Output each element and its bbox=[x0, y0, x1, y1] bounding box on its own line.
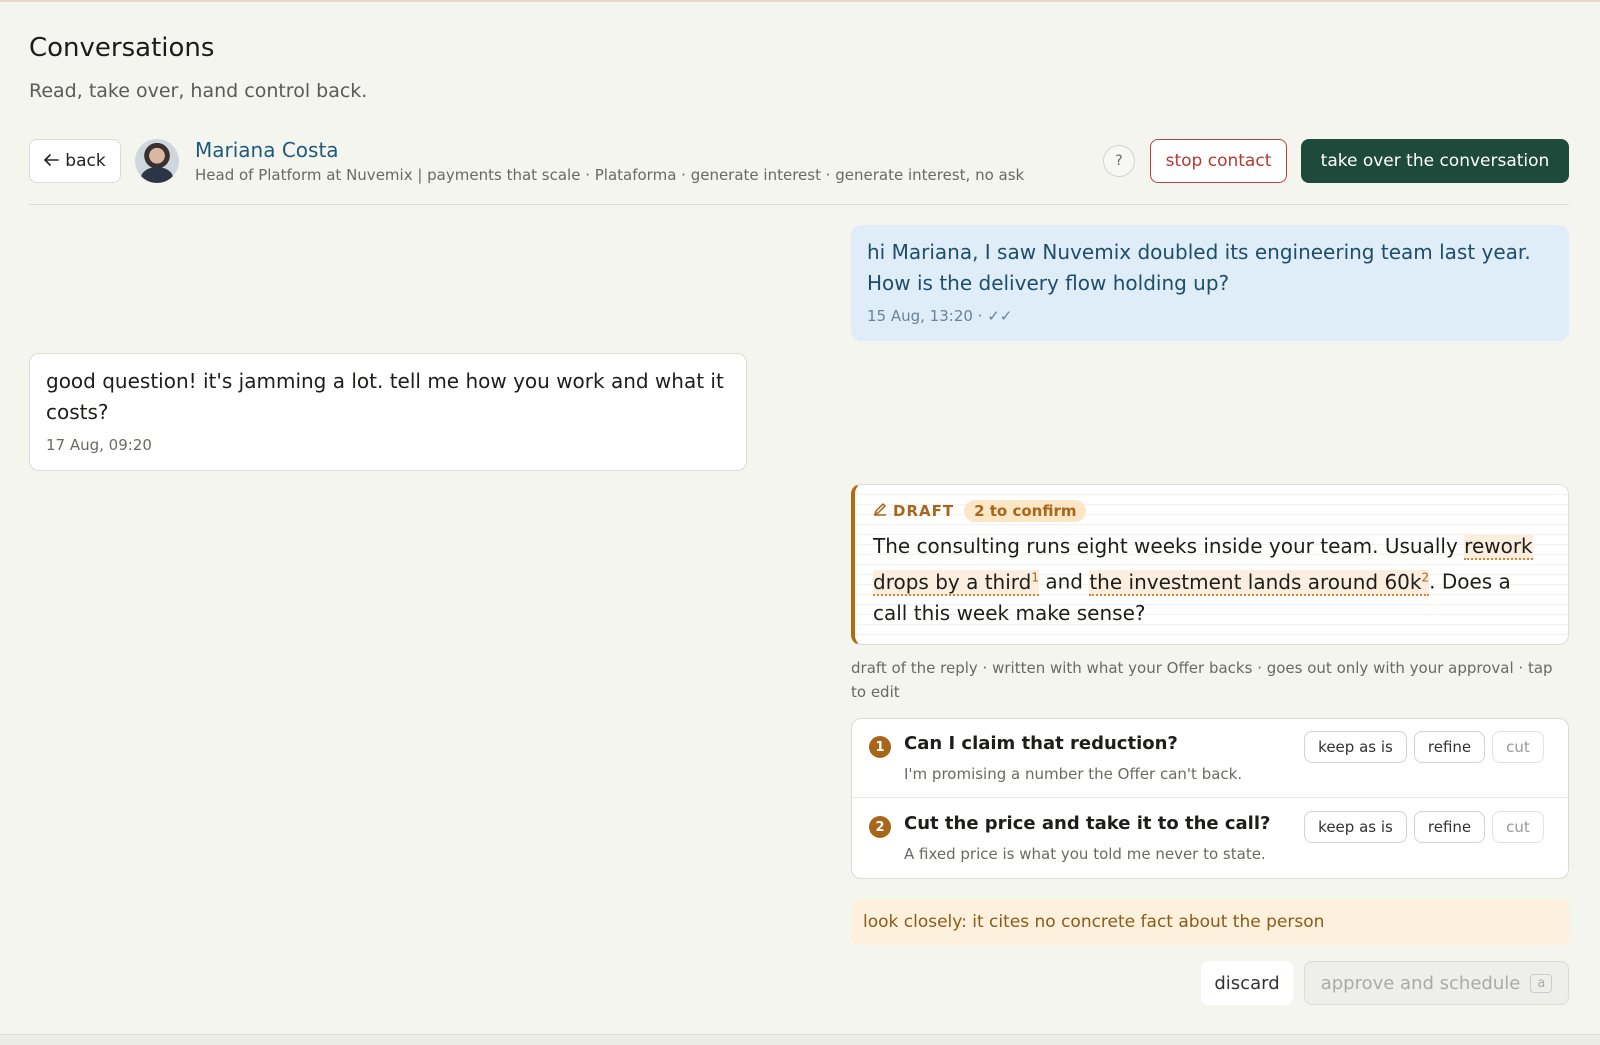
refine-button[interactable]: refine bbox=[1414, 731, 1485, 763]
keep-as-is-button[interactable]: keep as is bbox=[1304, 731, 1407, 763]
draft-label: DRAFT bbox=[873, 502, 954, 520]
arrow-left-icon bbox=[44, 151, 60, 171]
draft-reply[interactable]: DRAFT 2 to confirm The consulting runs e… bbox=[851, 484, 1569, 645]
warning-banner: look closely: it cites no concrete fact … bbox=[851, 899, 1569, 945]
header-divider bbox=[29, 204, 1569, 205]
take-over-button[interactable]: take over the conversation bbox=[1301, 139, 1569, 183]
draft-note: draft of the reply · written with what y… bbox=[851, 659, 1553, 701]
claim-detail: I'm promising a number the Offer can't b… bbox=[904, 765, 1243, 783]
claim-question: Can I claim that reduction? bbox=[904, 733, 1178, 754]
claim-detail: A fixed price is what you told me never … bbox=[904, 845, 1266, 863]
incoming-message: good question! it's jamming a lot. tell … bbox=[29, 353, 747, 471]
pencil-icon bbox=[873, 502, 887, 520]
draft-text[interactable]: The consulting runs eight weeks inside y… bbox=[873, 531, 1550, 629]
stop-contact-button[interactable]: stop contact bbox=[1150, 139, 1287, 183]
approve-label: approve and schedule bbox=[1320, 972, 1521, 994]
page-title: Conversations bbox=[29, 33, 215, 63]
bottom-bar bbox=[0, 1034, 1600, 1045]
message-text: hi Mariana, I saw Nuvemix doubled its en… bbox=[867, 240, 1531, 295]
shortcut-hint: a bbox=[1530, 973, 1553, 993]
claim-question: Cut the price and take it to the call? bbox=[904, 813, 1271, 834]
back-label: back bbox=[65, 151, 106, 171]
contact-name[interactable]: Mariana Costa bbox=[195, 138, 339, 162]
outgoing-message: hi Mariana, I saw Nuvemix doubled its en… bbox=[851, 225, 1569, 341]
cut-button[interactable]: cut bbox=[1492, 811, 1544, 843]
approve-schedule-button[interactable]: approve and schedule a bbox=[1304, 961, 1569, 1005]
message-text: good question! it's jamming a lot. tell … bbox=[46, 369, 724, 424]
message-time: 17 Aug, 09:20 bbox=[46, 436, 152, 454]
conversation-header: back Mariana Costa Head of Platform at N… bbox=[29, 138, 1569, 184]
claim-highlight-2[interactable]: the investment lands around 60k2 bbox=[1089, 569, 1430, 596]
claim-item: 1 Can I claim that reduction? I'm promis… bbox=[852, 719, 1568, 798]
discard-button[interactable]: discard bbox=[1201, 961, 1293, 1005]
avatar bbox=[135, 139, 179, 183]
message-time: 15 Aug, 13:20 · ✓✓ bbox=[867, 307, 1013, 325]
claim-item: 2 Cut the price and take it to the call?… bbox=[852, 799, 1568, 878]
cut-button[interactable]: cut bbox=[1492, 731, 1544, 763]
contact-meta: Head of Platform at Nuvemix | payments t… bbox=[195, 166, 1025, 184]
confirm-badge: 2 to confirm bbox=[964, 500, 1087, 522]
keep-as-is-button[interactable]: keep as is bbox=[1304, 811, 1407, 843]
help-button[interactable]: ? bbox=[1103, 145, 1135, 177]
refine-button[interactable]: refine bbox=[1414, 811, 1485, 843]
back-button[interactable]: back bbox=[29, 139, 121, 183]
claim-number: 2 bbox=[869, 816, 891, 838]
top-border bbox=[0, 0, 1600, 2]
claim-number: 1 bbox=[869, 736, 891, 758]
claims-list: 1 Can I claim that reduction? I'm promis… bbox=[851, 718, 1569, 879]
page-subtitle: Read, take over, hand control back. bbox=[29, 80, 368, 102]
